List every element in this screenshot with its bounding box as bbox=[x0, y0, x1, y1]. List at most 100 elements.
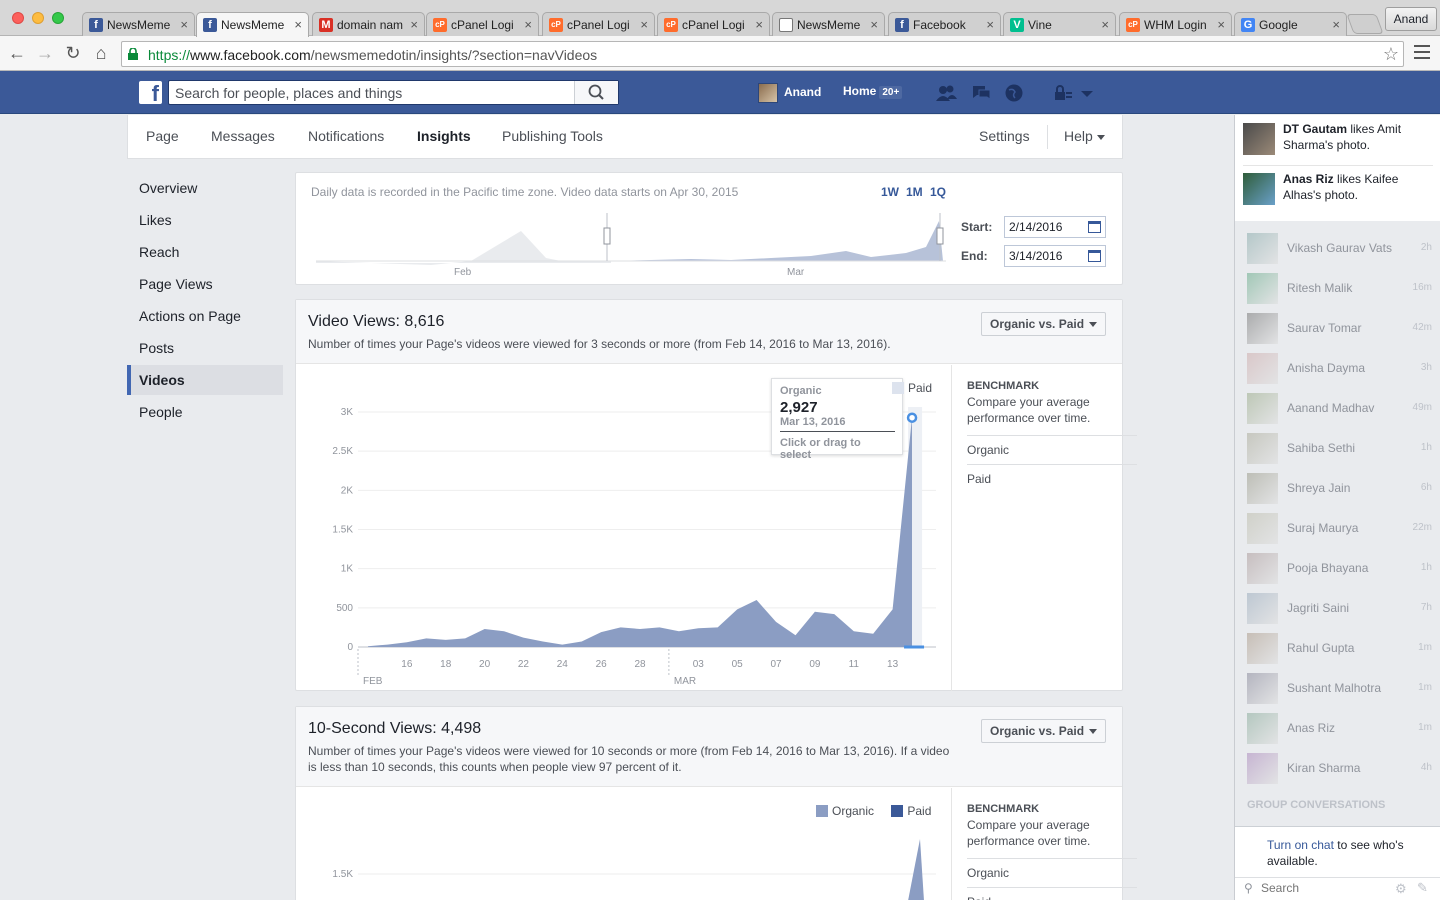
close-tab-icon[interactable]: × bbox=[1217, 13, 1225, 37]
ticker-actor[interactable]: DT Gautam bbox=[1283, 122, 1347, 136]
profile-link[interactable]: Anand bbox=[758, 83, 821, 105]
minimize-window-icon[interactable] bbox=[32, 12, 44, 24]
chat-friend-item[interactable]: Ritesh Malik 16m bbox=[1247, 273, 1432, 305]
calendar-icon[interactable] bbox=[1088, 221, 1101, 233]
left-nav-reach[interactable]: Reach bbox=[127, 237, 283, 267]
forward-icon[interactable]: → bbox=[34, 42, 56, 64]
start-date-input[interactable]: 2/14/2016 bbox=[1004, 216, 1106, 238]
privacy-lock-icon[interactable] bbox=[1052, 82, 1074, 104]
back-icon[interactable]: ← bbox=[6, 42, 28, 64]
tab-settings[interactable]: Settings bbox=[979, 128, 1030, 144]
left-nav-actions-on-page[interactable]: Actions on Page bbox=[127, 301, 283, 331]
account-menu-chevron-down-icon[interactable] bbox=[1076, 82, 1098, 104]
close-tab-icon[interactable]: × bbox=[1332, 13, 1340, 37]
browser-tab[interactable]: NewsMeme × bbox=[772, 12, 885, 37]
messages-icon[interactable] bbox=[970, 82, 992, 104]
close-tab-icon[interactable]: × bbox=[640, 13, 648, 37]
home-link[interactable]: Home 20+ bbox=[843, 84, 903, 99]
close-tab-icon[interactable]: × bbox=[986, 13, 994, 37]
left-nav-videos[interactable]: Videos bbox=[127, 365, 283, 395]
ten-second-views-chart[interactable]: 1.5K bbox=[296, 827, 951, 900]
tab-page[interactable]: Page bbox=[146, 128, 179, 144]
range-overview-chart[interactable]: Feb Mar bbox=[311, 213, 951, 278]
browser-tab[interactable]: V Vine × bbox=[1003, 12, 1116, 37]
browser-tab[interactable]: f NewsMeme × bbox=[82, 12, 195, 37]
chat-friend-item[interactable]: Suraj Maurya 22m bbox=[1247, 513, 1432, 545]
range-handle-left[interactable] bbox=[603, 227, 611, 245]
tab-messages[interactable]: Messages bbox=[211, 128, 275, 144]
chat-friend-item[interactable]: Anas Riz 1m bbox=[1247, 713, 1432, 745]
chat-friend-item[interactable]: Sushant Malhotra 1m bbox=[1247, 673, 1432, 705]
browser-tab[interactable]: f Facebook × bbox=[888, 12, 1001, 37]
benchmark-organic[interactable]: Organic bbox=[967, 859, 1137, 888]
chat-search-input[interactable] bbox=[1261, 881, 1381, 895]
home-icon[interactable]: ⌂ bbox=[90, 42, 112, 64]
profile-button[interactable]: Anand bbox=[1385, 7, 1437, 31]
browser-tab[interactable]: f NewsMeme × bbox=[196, 12, 309, 37]
chat-friend-item[interactable]: Shreya Jain 6h bbox=[1247, 473, 1432, 505]
left-nav-likes[interactable]: Likes bbox=[127, 205, 283, 235]
benchmark-paid[interactable]: Paid bbox=[967, 465, 1137, 493]
browser-tab[interactable]: cP cPanel Logi × bbox=[542, 12, 655, 37]
chat-friend-item[interactable]: Kiran Sharma 4h bbox=[1247, 753, 1432, 785]
chat-friend-item[interactable]: Rahul Gupta 1m bbox=[1247, 633, 1432, 665]
chat-friend-item[interactable]: Jagriti Saini 7h bbox=[1247, 593, 1432, 625]
ticker-item[interactable]: DT Gautam likes Amit Sharma's photo. bbox=[1243, 121, 1433, 155]
legend-paid[interactable]: Paid bbox=[907, 804, 931, 818]
organic-vs-paid-dropdown[interactable]: Organic vs. Paid bbox=[981, 312, 1107, 336]
legend-organic[interactable]: Organic bbox=[832, 804, 874, 818]
friend-requests-icon[interactable] bbox=[935, 82, 957, 104]
search-input[interactable] bbox=[169, 81, 574, 104]
browser-tab[interactable]: G Google × bbox=[1234, 12, 1347, 37]
chat-friend-item[interactable]: Pooja Bhayana 1h bbox=[1247, 553, 1432, 585]
left-nav-page-views[interactable]: Page Views bbox=[127, 269, 283, 299]
close-tab-icon[interactable]: × bbox=[180, 13, 188, 37]
chrome-menu-icon[interactable] bbox=[1414, 45, 1430, 59]
reload-icon[interactable]: ↻ bbox=[62, 42, 84, 64]
range-1w-link[interactable]: 1W bbox=[881, 185, 899, 199]
search-button[interactable] bbox=[574, 81, 618, 104]
left-nav-posts[interactable]: Posts bbox=[127, 333, 283, 363]
address-bar[interactable]: https://www.facebook.com/newsmemedotin/i… bbox=[121, 41, 1404, 67]
range-handle-right[interactable] bbox=[936, 227, 944, 245]
benchmark-paid[interactable]: Paid bbox=[967, 888, 1137, 900]
gear-icon[interactable]: ⚙ bbox=[1395, 881, 1407, 897]
chat-friend-item[interactable]: Saurav Tomar 42m bbox=[1247, 313, 1432, 345]
new-tab-button[interactable] bbox=[1346, 14, 1384, 34]
left-nav-people[interactable]: People bbox=[127, 397, 283, 427]
chat-friend-item[interactable]: Aanand Madhav 49m bbox=[1247, 393, 1432, 425]
bookmark-star-icon[interactable]: ☆ bbox=[1383, 44, 1399, 65]
maximize-window-icon[interactable] bbox=[52, 12, 64, 24]
close-tab-icon[interactable]: × bbox=[524, 13, 532, 37]
range-1m-link[interactable]: 1M bbox=[906, 185, 923, 199]
close-window-icon[interactable] bbox=[12, 12, 24, 24]
browser-tab[interactable]: cP cPanel Logi × bbox=[657, 12, 770, 37]
facebook-logo-icon[interactable]: f bbox=[139, 81, 162, 104]
compose-icon[interactable]: ✎ bbox=[1417, 880, 1428, 896]
browser-tab[interactable]: Mdomain nam × bbox=[312, 12, 425, 37]
end-date-input[interactable]: 3/14/2016 bbox=[1004, 245, 1106, 267]
left-nav-overview[interactable]: Overview bbox=[127, 173, 283, 203]
close-tab-icon[interactable]: × bbox=[870, 13, 878, 37]
tab-publishing-tools[interactable]: Publishing Tools bbox=[502, 128, 603, 144]
close-tab-icon[interactable]: × bbox=[755, 13, 763, 37]
legend-paid[interactable]: Paid bbox=[908, 381, 932, 395]
organic-vs-paid-dropdown[interactable]: Organic vs. Paid bbox=[981, 719, 1107, 743]
chat-friend-item[interactable]: Vikash Gaurav Vats 2h bbox=[1247, 233, 1432, 265]
benchmark-organic[interactable]: Organic bbox=[967, 436, 1137, 465]
chat-friend-item[interactable]: Sahiba Sethi 1h bbox=[1247, 433, 1432, 465]
ticker-actor[interactable]: Anas Riz bbox=[1283, 172, 1334, 186]
browser-tab[interactable]: cP cPanel Logi × bbox=[426, 12, 539, 37]
tab-insights[interactable]: Insights bbox=[417, 128, 471, 144]
close-tab-icon[interactable]: × bbox=[410, 13, 418, 37]
ticker-item[interactable]: Anas Riz likes Kaifee Alhas's photo. bbox=[1243, 171, 1433, 205]
close-tab-icon[interactable]: × bbox=[294, 13, 302, 37]
calendar-icon[interactable] bbox=[1088, 250, 1101, 262]
chat-friend-item[interactable]: Anisha Dayma 3h bbox=[1247, 353, 1432, 385]
close-tab-icon[interactable]: × bbox=[1101, 13, 1109, 37]
browser-tab[interactable]: cP WHM Login × bbox=[1119, 12, 1232, 37]
turn-on-chat-link[interactable]: Turn on chat bbox=[1267, 838, 1334, 852]
range-1q-link[interactable]: 1Q bbox=[930, 185, 946, 199]
data-point-highlight[interactable] bbox=[906, 412, 918, 423]
help-menu[interactable]: Help bbox=[1064, 128, 1105, 144]
